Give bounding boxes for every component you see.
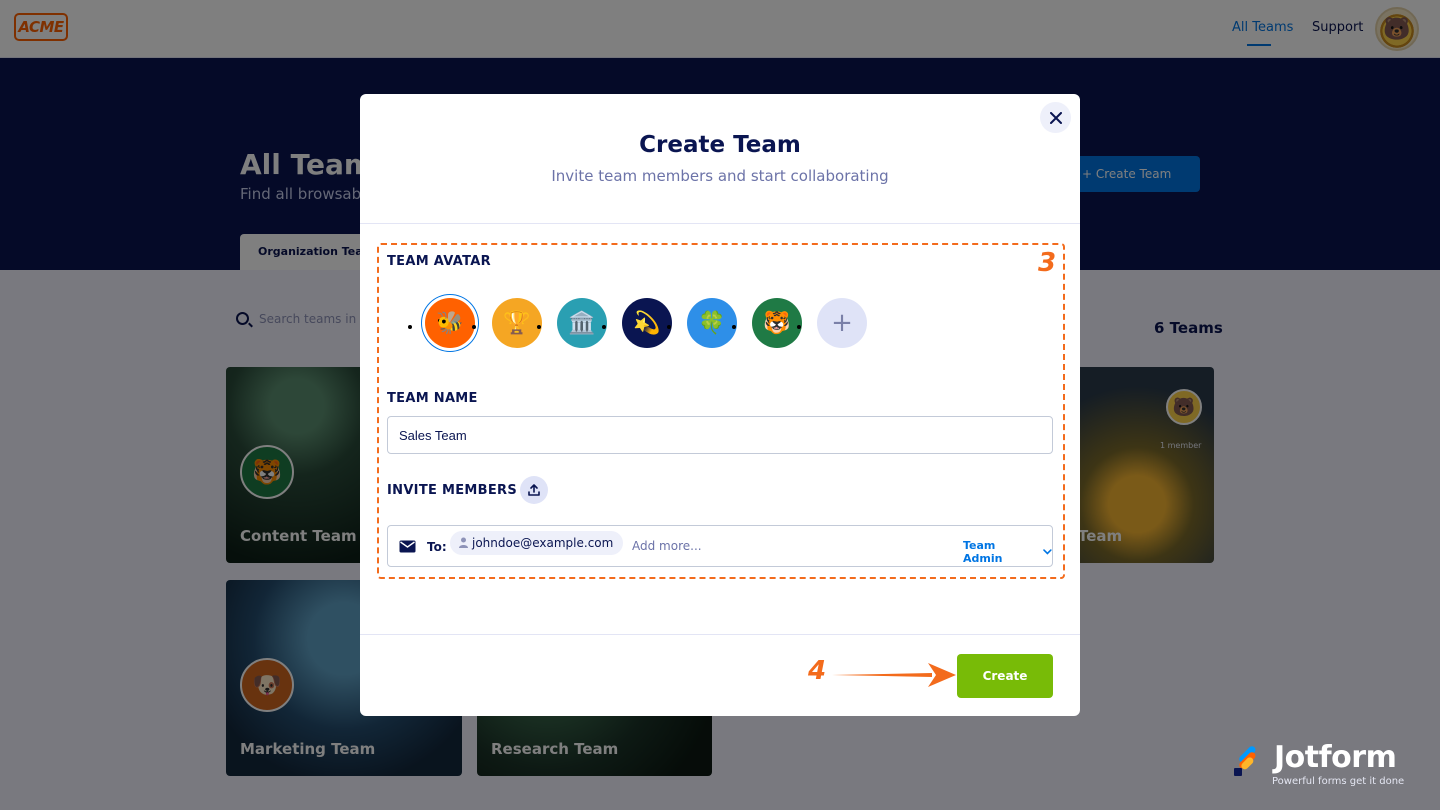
upload-icon: [528, 484, 540, 496]
avatar-dot: [797, 325, 801, 329]
avatar-dot: [667, 325, 671, 329]
email-chip[interactable]: johndoe@example.com: [450, 531, 624, 555]
avatar-dot: [472, 325, 476, 329]
close-icon: [1049, 111, 1062, 124]
team-name-label: TEAM NAME: [387, 391, 478, 406]
divider: [360, 223, 1080, 224]
mail-icon: [399, 540, 416, 553]
avatar-option-bee[interactable]: 🐝: [425, 298, 475, 348]
step-4-annotation: 4: [808, 656, 827, 686]
pointer-arrow-icon: [832, 663, 956, 687]
add-avatar-button[interactable]: +: [817, 298, 867, 348]
team-avatar-label: TEAM AVATAR: [387, 254, 491, 269]
avatar-option-trophy[interactable]: 🏆: [492, 298, 542, 348]
person-icon: [459, 537, 468, 548]
avatar-option-tiger[interactable]: 🐯: [752, 298, 802, 348]
jotform-tagline: Powerful forms get it done: [1272, 776, 1405, 787]
avatar-dot: [602, 325, 606, 329]
create-team-modal: Create Team Invite team members and star…: [360, 94, 1080, 716]
avatar-option-clover[interactable]: 🍀: [687, 298, 737, 348]
jotform-wordmark: Jotform: [1274, 740, 1397, 775]
invite-members-field[interactable]: To: johndoe@example.com Team Admin: [387, 525, 1053, 567]
footer-divider: [360, 634, 1080, 635]
close-button[interactable]: [1040, 102, 1071, 133]
avatar-dot: [732, 325, 736, 329]
avatar-option-building[interactable]: 🏛️: [557, 298, 607, 348]
jotform-watermark: Jotform Powerful forms get it done: [1232, 740, 1412, 792]
to-label: To:: [427, 540, 447, 554]
chevron-down-icon: [1043, 549, 1052, 555]
modal-subtitle: Invite team members and start collaborat…: [551, 167, 889, 185]
modal-title: Create Team: [639, 132, 801, 158]
invite-members-label: INVITE MEMBERS: [387, 483, 518, 498]
email-chip-text: johndoe@example.com: [472, 536, 614, 550]
avatar-option-star[interactable]: 💫: [622, 298, 672, 348]
role-dropdown-value: Team Admin: [963, 539, 1003, 565]
avatar-dot: [408, 325, 412, 329]
role-dropdown[interactable]: Team Admin: [963, 539, 1052, 565]
create-button[interactable]: Create: [957, 654, 1053, 698]
avatar-picker: 🐝 🏆 🏛️ 💫 🍀 🐯 +: [408, 294, 880, 354]
jotform-logo-icon: [1234, 746, 1256, 776]
upload-members-button[interactable]: [520, 476, 548, 504]
avatar-dot: [537, 325, 541, 329]
team-name-input[interactable]: [387, 416, 1053, 454]
add-more-input[interactable]: [632, 539, 812, 553]
step-3-annotation: 3: [1038, 248, 1057, 278]
